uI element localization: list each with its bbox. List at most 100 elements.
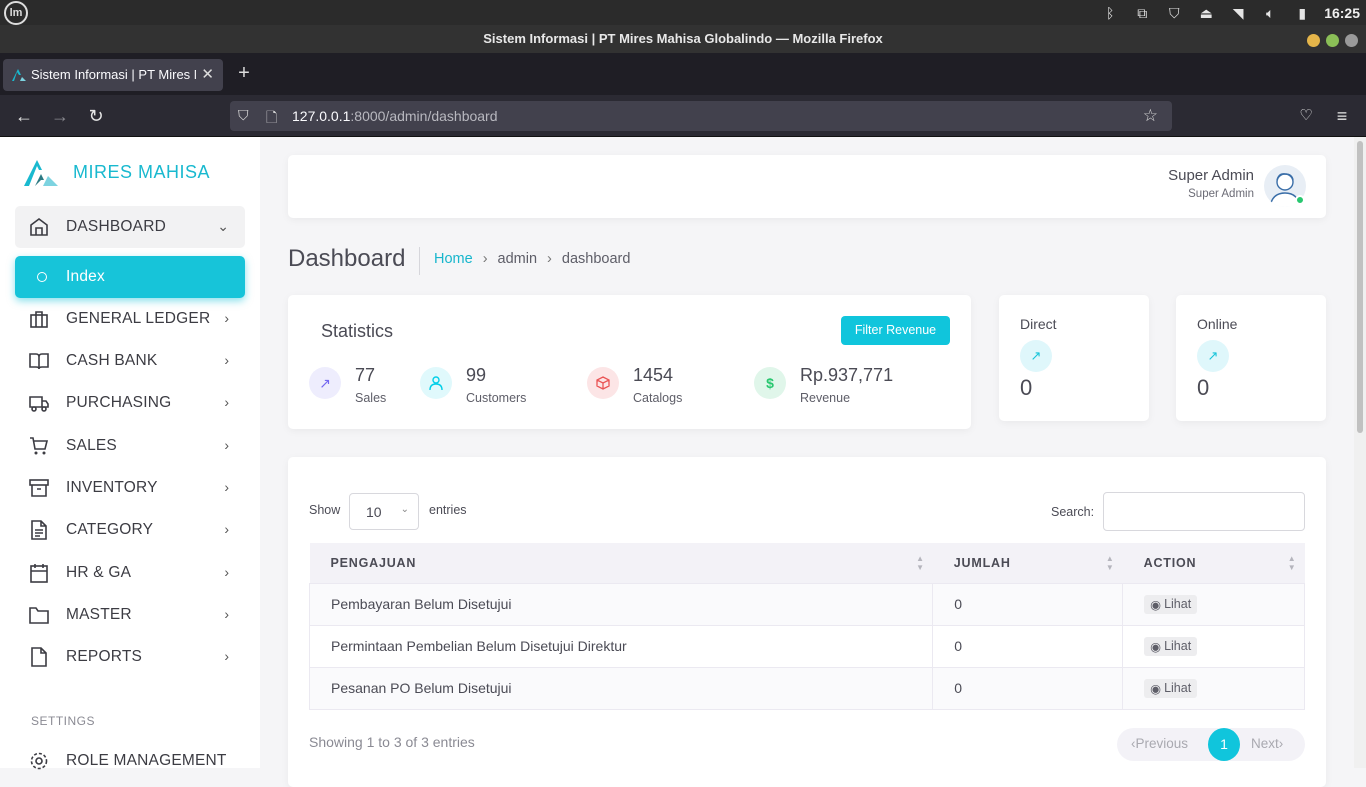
shield-icon[interactable]: ⛉ [1164, 4, 1184, 22]
battery-icon[interactable]: ▮ [1292, 4, 1312, 22]
url-text[interactable]: 127.0.0.1:8000/admin/dashboard [292, 108, 498, 124]
breadcrumb: Home › admin › dashboard [434, 251, 630, 267]
reload-button[interactable]: ↻ [84, 105, 108, 127]
sidebar-item-cash-bank[interactable]: CASH BANK › [15, 340, 245, 382]
breadcrumb-dashboard: dashboard [561, 251, 631, 267]
pengajuan-table-card: Show 10 ⌄ entries Search: PENGAJUAN ▲ ▼ JU… [288, 457, 1326, 787]
tab-bar: Sistem Informasi | PT Mires Mahisa Globa… [0, 53, 1366, 95]
sidebar-item-inventory[interactable]: INVENTORY › [15, 467, 245, 509]
wifi-icon[interactable]: ◥ [1228, 4, 1248, 22]
chevron-right-icon: › [224, 479, 229, 495]
page-info-icon[interactable]: 🗋︎ [266, 107, 277, 131]
next-button[interactable]: Next› [1251, 736, 1283, 751]
statistics-title: Statistics [321, 321, 394, 341]
lihat-button[interactable]: ◉ Lihat [1144, 636, 1198, 656]
table-row: Permintaan Pembelian Belum Disetujui Dir… [308, 625, 1305, 668]
table-row: Pesanan PO Belum Disetujui 0 ◉ Lihat [308, 667, 1305, 710]
sidebar-item-reports[interactable]: REPORTS › [15, 636, 245, 678]
sort-icon: ▲ ▼ [916, 554, 925, 572]
book-icon [29, 353, 49, 370]
bookmark-star-icon[interactable]: ☆ [1143, 106, 1158, 126]
bluetooth-icon[interactable]: ᛒ [1100, 4, 1120, 22]
sidebar-item-dashboard[interactable]: DASHBOARD ⌄ [15, 206, 245, 248]
filter-revenue-button[interactable]: Filter Revenue [841, 316, 950, 345]
search-input[interactable] [1103, 492, 1305, 531]
browser-tab[interactable]: Sistem Informasi | PT Mires Mahisa Globa… [3, 59, 223, 91]
breadcrumb-admin: admin [497, 251, 538, 267]
sort-icon: ▲ ▼ [1287, 554, 1297, 572]
table-info: Showing 1 to 3 of 3 entries [309, 734, 475, 750]
chevron-right-icon: › [224, 606, 229, 622]
close-window-button[interactable] [1345, 34, 1358, 47]
url-bar[interactable]: ⛉ 🗋︎ 127.0.0.1:8000/admin/dashboard ☆ [230, 101, 1172, 131]
update-icon[interactable]: ⧉ [1132, 4, 1152, 22]
online-card: Online ↗ 0 [1176, 295, 1326, 421]
sidebar-item-hr-ga[interactable]: HR & GA › [15, 552, 245, 594]
pagination: ‹Previous 1 Next› [1117, 728, 1305, 761]
brand-logo-icon [24, 160, 58, 186]
forward-button[interactable]: → [48, 105, 72, 127]
clock[interactable]: 16:25 [1324, 5, 1360, 21]
user-name[interactable]: Super Admin [1168, 167, 1254, 184]
user-role: Super Admin [1188, 188, 1254, 200]
calendar-icon [30, 564, 48, 583]
trending-up-icon: ↗ [1020, 340, 1052, 372]
page-size-select[interactable]: 10 ⌄ [349, 493, 419, 530]
back-button[interactable]: ← [12, 105, 36, 127]
chevron-down-icon: ⌄ [400, 504, 409, 515]
folder-icon [29, 607, 49, 624]
direct-card: Direct ↗ 0 [999, 295, 1149, 421]
window-title: Sistem Informasi | PT Mires Mahisa Globa… [483, 31, 883, 46]
maximize-button[interactable] [1326, 34, 1339, 47]
mint-menu-icon[interactable]: lm [4, 1, 28, 25]
scrollbar-thumb[interactable] [1357, 141, 1363, 433]
close-tab-icon[interactable]: ✕ [201, 65, 214, 83]
data-table: PENGAJUAN ▲ ▼ JUMLAH ▲ ▼ ACTION ▲ ▼ Pembayaran… [308, 543, 1305, 710]
top-navbar: Super Admin Super Admin [288, 155, 1326, 218]
user-icon [420, 367, 452, 399]
pocket-icon[interactable]: ♡ [1294, 105, 1318, 127]
sidebar-item-index[interactable]: Index [15, 256, 245, 298]
statistics-card: Statistics Filter Revenue ↗ 77 Sales 99 … [288, 295, 971, 429]
column-header-pengajuan[interactable]: PENGAJUAN ▲ ▼ [309, 543, 933, 584]
sort-icon: ▲ ▼ [1105, 554, 1115, 572]
volume-icon[interactable]: 🔈︎ [1260, 4, 1280, 22]
entries-label: entries [429, 503, 467, 517]
chevron-right-icon: › [224, 394, 229, 410]
chevron-right-icon: › [224, 352, 229, 368]
chevron-right-icon: › [224, 648, 229, 664]
title-divider [419, 247, 420, 275]
sidebar-item-general-ledger[interactable]: GENERAL LEDGER › [15, 298, 245, 340]
page-scrollbar[interactable] [1354, 137, 1366, 768]
sidebar-item-master[interactable]: MASTER › [15, 594, 245, 636]
show-label: Show [309, 503, 341, 517]
chevron-down-icon: ⌄ [217, 218, 229, 234]
truck-icon [29, 396, 49, 412]
briefcase-icon [30, 311, 48, 328]
brand[interactable]: MIRES MAHISA [24, 157, 210, 187]
box-icon [587, 367, 619, 399]
eject-icon[interactable]: ⏏ [1196, 4, 1216, 22]
minimize-button[interactable] [1307, 34, 1320, 47]
online-status-dot [1295, 195, 1305, 205]
sidebar-item-category[interactable]: CATEGORY › [15, 509, 245, 551]
column-header-jumlah[interactable]: JUMLAH ▲ ▼ [932, 543, 1123, 584]
tracking-shield-icon[interactable]: ⛉ [238, 107, 249, 124]
previous-button[interactable]: ‹Previous [1131, 736, 1188, 751]
circle-icon [37, 272, 47, 282]
eye-icon: ◉ [1150, 681, 1162, 696]
navigation-bar: ← → ↻ ⛉ 🗋︎ 127.0.0.1:8000/admin/dashboar… [0, 95, 1366, 137]
chevron-right-icon: › [224, 310, 229, 326]
breadcrumb-home[interactable]: Home [434, 251, 473, 267]
sidebar: MIRES MAHISA DASHBOARD ⌄ Index GENERAL L… [0, 137, 260, 770]
column-header-action[interactable]: ACTION ▲ ▼ [1122, 543, 1305, 584]
sidebar-item-role-management[interactable]: ROLE MANAGEMENT [15, 740, 245, 782]
new-tab-button[interactable]: + [233, 62, 255, 85]
lihat-button[interactable]: ◉ Lihat [1144, 678, 1198, 698]
cart-icon [30, 437, 49, 455]
page-1-button[interactable]: 1 [1208, 728, 1240, 761]
sidebar-item-purchasing[interactable]: PURCHASING › [15, 382, 245, 424]
lihat-button[interactable]: ◉ Lihat [1144, 594, 1198, 614]
sidebar-item-sales[interactable]: SALES › [15, 425, 245, 467]
menu-icon[interactable]: ≡ [1330, 105, 1354, 127]
